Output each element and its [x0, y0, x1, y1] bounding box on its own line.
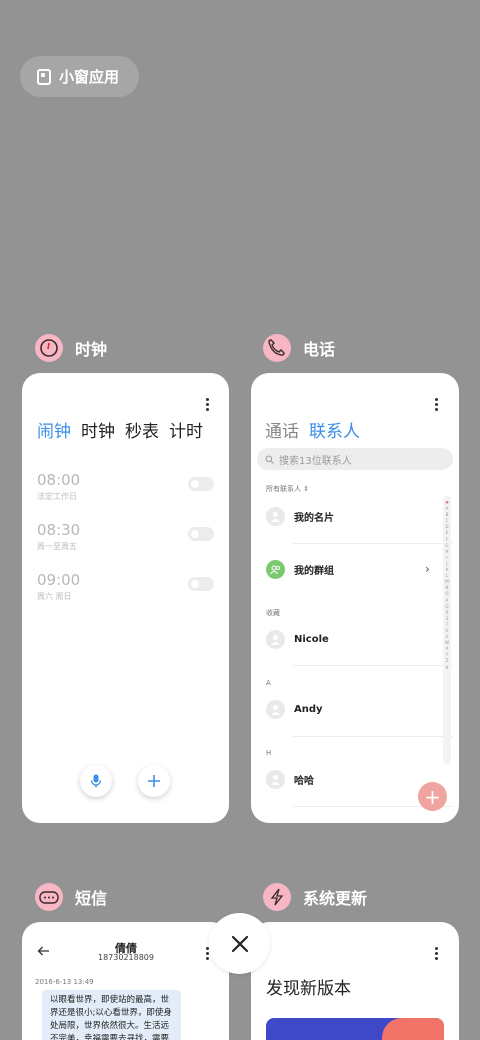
phone-tabs: 通话 联系人 — [265, 417, 360, 442]
tab-contacts[interactable]: 联系人 — [309, 417, 360, 442]
contact-row[interactable]: Nicole — [266, 630, 329, 649]
contact-search-input[interactable]: 搜索13位联系人 — [257, 448, 453, 470]
alphabet-index[interactable]: ♥ A B C D E F G H I J K L M N O P Q R S T U V W X Y Z # — [443, 496, 451, 764]
chevron-right-icon: › — [425, 562, 430, 576]
contact-name: Andy — [294, 704, 323, 715]
all-contacts-label: 所有联系人 — [266, 485, 301, 493]
small-window-label: 小窗应用 — [59, 68, 120, 86]
small-window-button[interactable]: 小窗应用 — [20, 56, 139, 97]
my-groups-row[interactable]: 我的群组 — [266, 560, 334, 579]
my-card-label: 我的名片 — [294, 513, 334, 524]
update-app-header: 系统更新 — [263, 883, 367, 911]
phone-app-card[interactable]: 通话 联系人 搜索13位联系人 所有联系人 ⇕ 我的名片 我的群组 › 收藏 N… — [251, 373, 459, 823]
microphone-icon — [90, 774, 102, 788]
plus-icon — [148, 775, 160, 787]
close-all-button[interactable] — [209, 913, 270, 974]
alarm-repeat: 周六 周日 — [37, 592, 72, 601]
phone-icon — [263, 334, 291, 362]
update-icon — [263, 883, 291, 911]
add-contact-button[interactable]: + — [418, 782, 447, 811]
alarm-item[interactable]: 08:00 法定工作日 — [37, 471, 214, 502]
more-options-icon[interactable] — [435, 947, 439, 962]
contact-name: 哈哈 — [294, 776, 314, 787]
favorites-section-label: 收藏 — [266, 609, 280, 617]
contact-name: Nicole — [294, 634, 329, 645]
my-card-row[interactable]: 我的名片 — [266, 507, 334, 526]
my-groups-label: 我的群组 — [294, 566, 334, 577]
avatar — [266, 700, 285, 719]
avatar — [266, 507, 285, 526]
sms-app-name: 短信 — [75, 889, 108, 908]
tab-timer[interactable]: 计时 — [169, 417, 203, 442]
close-icon — [231, 935, 248, 952]
alarm-toggle[interactable] — [188, 577, 214, 591]
clock-icon — [35, 334, 63, 362]
section-a-label: A — [266, 679, 271, 687]
sms-date: 2016-6-13 13:49 — [35, 978, 94, 986]
alarm-item[interactable]: 09:00 周六 周日 — [37, 571, 214, 602]
tab-stopwatch[interactable]: 秒表 — [125, 417, 159, 442]
contact-row[interactable]: Andy — [266, 700, 323, 719]
update-title: 发现新版本 — [266, 979, 351, 999]
sms-icon — [35, 883, 63, 911]
sort-icon: ⇕ — [303, 485, 310, 493]
divider — [293, 543, 453, 544]
all-contacts-filter[interactable]: 所有联系人 ⇕ — [266, 484, 309, 494]
divider — [293, 736, 453, 737]
divider — [293, 665, 453, 666]
alarm-repeat: 周一至周五 — [37, 542, 77, 551]
group-icon — [266, 560, 285, 579]
avatar — [266, 770, 285, 789]
add-alarm-button[interactable] — [138, 765, 170, 797]
alphabet-index-letter[interactable]: # — [445, 665, 448, 671]
clock-app-name: 时钟 — [75, 340, 108, 359]
search-icon — [265, 455, 274, 464]
small-window-icon — [37, 68, 51, 85]
alarm-repeat: 法定工作日 — [37, 492, 77, 501]
plus-icon: + — [424, 784, 441, 809]
phone-app-header: 电话 — [263, 334, 335, 362]
clock-app-card[interactable]: 闹钟 时钟 秒表 计时 08:00 法定工作日 08:30 周一至周五 09:0… — [22, 373, 229, 823]
phone-app-name: 电话 — [303, 340, 336, 359]
alarm-toggle[interactable] — [188, 527, 214, 541]
search-placeholder: 搜索13位联系人 — [279, 455, 352, 467]
avatar — [266, 630, 285, 649]
clock-tabs: 闹钟 时钟 秒表 计时 — [37, 417, 203, 442]
contact-row[interactable]: 哈哈 — [266, 770, 314, 789]
clock-app-header: 时钟 — [35, 334, 107, 362]
more-options-icon[interactable] — [206, 398, 210, 413]
update-app-name: 系统更新 — [303, 889, 368, 908]
sms-app-card[interactable]: 倩倩 18730218809 2016-6-13 13:49 以眼看世界，即使站… — [22, 922, 229, 1040]
voice-alarm-button[interactable] — [80, 765, 112, 797]
sms-contact-number: 18730218809 — [98, 953, 154, 962]
update-app-card[interactable]: 发现新版本 — [251, 922, 459, 1040]
more-options-icon[interactable] — [435, 398, 439, 413]
message-bubble: 以眼看世界，即使站的最高，世界还是很小;以心看世界，即使身处局限，世界依然很大。… — [42, 990, 181, 1040]
alarm-item[interactable]: 08:30 周一至周五 — [37, 521, 214, 552]
tab-calls[interactable]: 通话 — [265, 417, 299, 442]
tab-clock[interactable]: 时钟 — [81, 417, 115, 442]
tab-alarm[interactable]: 闹钟 — [37, 417, 71, 442]
update-banner — [266, 1018, 444, 1040]
alarm-toggle[interactable] — [188, 477, 214, 491]
sms-app-header: 短信 — [35, 883, 107, 911]
section-h-label: H — [266, 749, 272, 757]
